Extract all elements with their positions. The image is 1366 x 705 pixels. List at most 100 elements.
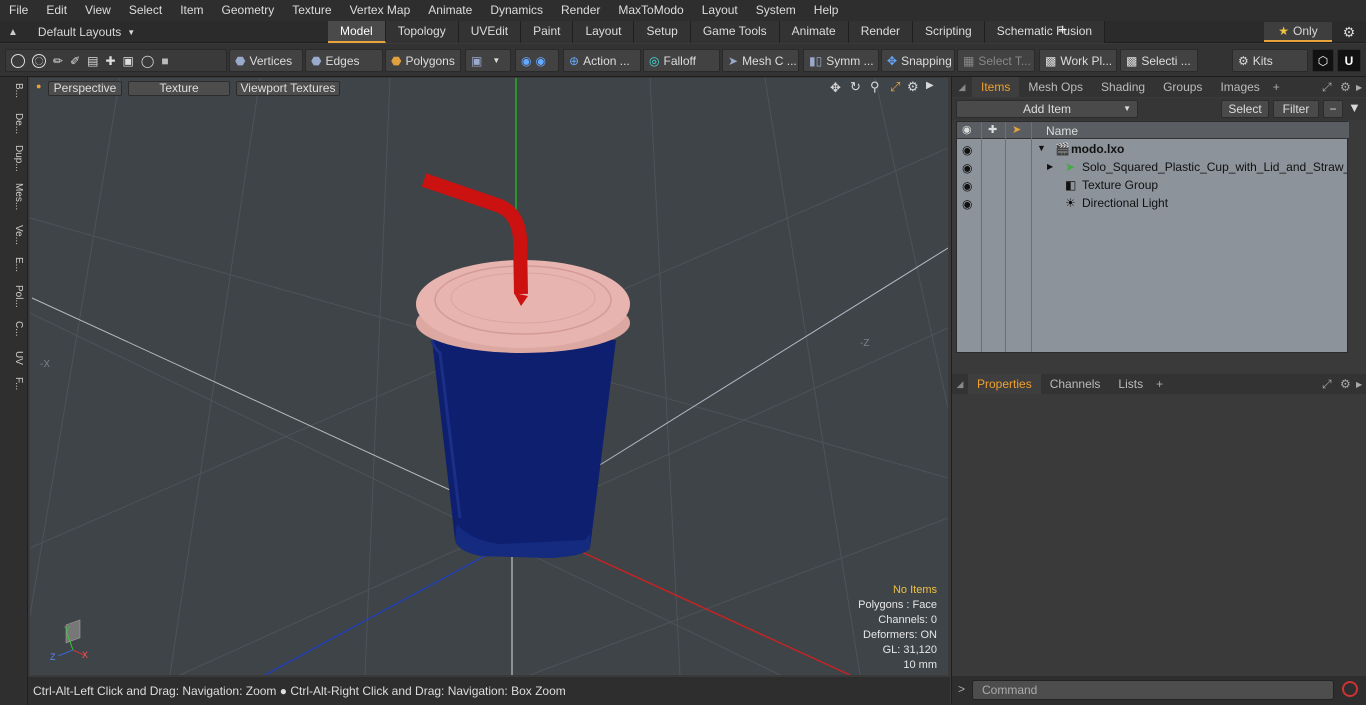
mode-tab[interactable]: Topology xyxy=(385,21,459,43)
layout-selector[interactable]: ▲ Default Layouts ▼ xyxy=(8,21,135,43)
vertices-button[interactable]: ⬣ Vertices xyxy=(229,49,303,72)
orbit-icon[interactable]: ↻ xyxy=(850,79,861,95)
collapse-button[interactable]: − xyxy=(1323,100,1343,118)
items-panel-tab[interactable]: Groups xyxy=(1154,77,1211,97)
props-menu-icon[interactable]: ◢ xyxy=(952,379,968,390)
viewport-expand-icon[interactable]: ▶ xyxy=(926,80,934,91)
left-tool-tab[interactable]: B... xyxy=(4,83,24,98)
left-tool-tab[interactable]: Dup... xyxy=(4,145,24,172)
mode-tab[interactable]: Scripting xyxy=(913,21,985,43)
menu-item[interactable]: Item xyxy=(171,0,212,21)
cup-model[interactable] xyxy=(416,173,630,558)
items-panel-tab[interactable]: Images xyxy=(1211,77,1268,97)
circle-select-icon[interactable] xyxy=(11,53,25,68)
panel-menu-icon[interactable]: ◢ xyxy=(952,82,972,93)
left-tool-tab[interactable]: Mes... xyxy=(4,183,24,210)
menu-item[interactable]: System xyxy=(747,0,805,21)
panel-arrow-icon[interactable]: ▶ xyxy=(1356,83,1362,92)
select-through-button[interactable]: ▦ Select T... xyxy=(957,49,1035,72)
add-tab-icon[interactable]: + xyxy=(1058,22,1067,40)
shield-icon[interactable]: ■ xyxy=(161,54,168,68)
menu-item[interactable]: Dynamics xyxy=(481,0,552,21)
eye-icon[interactable]: ◉ xyxy=(962,161,976,175)
settings-button[interactable]: ⚙ xyxy=(1336,22,1362,42)
record-icon[interactable] xyxy=(1342,681,1358,697)
properties-panel-tab[interactable]: Channels xyxy=(1041,374,1110,394)
mode-tab[interactable]: Layout xyxy=(573,21,635,43)
properties-panel-tab[interactable]: Lists xyxy=(1109,374,1152,394)
filter-button[interactable]: Filter xyxy=(1273,100,1319,118)
polygons-button[interactable]: ⬣ Polygons xyxy=(385,49,461,72)
transform-icon[interactable]: ✚ xyxy=(105,54,115,68)
panel-gear-icon[interactable]: ⚙ xyxy=(1340,80,1351,94)
menu-item[interactable]: Help xyxy=(805,0,848,21)
left-tool-tab[interactable]: De... xyxy=(4,113,24,134)
unity-button[interactable]: ⬡ xyxy=(1312,49,1334,72)
expand-arrow-icon[interactable]: ▶ xyxy=(1047,162,1053,171)
props-arrow-icon[interactable]: ▶ xyxy=(1356,380,1362,389)
mode-tab[interactable]: Schematic Fusion xyxy=(984,21,1106,43)
expand-arrow-icon[interactable]: ▼ xyxy=(1037,143,1046,153)
mesh-constraints-button[interactable]: ➤ Mesh C ... xyxy=(722,49,799,72)
menu-item[interactable]: Render xyxy=(552,0,609,21)
command-input[interactable]: Command xyxy=(972,680,1334,700)
tree-row-light[interactable]: ◉ ☀ Directional Light xyxy=(957,195,1349,213)
texture-button[interactable]: Texture xyxy=(128,81,230,96)
mode-tab[interactable]: Paint xyxy=(521,21,574,43)
falloff-button[interactable]: ◎ Falloff xyxy=(643,49,720,72)
name-column-header[interactable]: Name xyxy=(1046,124,1078,138)
rotate-icon[interactable]: ◯ xyxy=(141,54,154,68)
eye-icon[interactable]: ◉ xyxy=(962,179,976,193)
menu-item[interactable]: Geometry xyxy=(213,0,284,21)
items-panel-tab[interactable]: Mesh Ops xyxy=(1019,77,1092,97)
selection-sets-button[interactable]: ▩ Selecti ... xyxy=(1120,49,1198,72)
element-move-icon[interactable]: ▤ xyxy=(87,54,98,68)
funnel-icon[interactable]: ▼ xyxy=(1348,100,1361,115)
edges-button[interactable]: ⬣ Edges xyxy=(305,49,383,72)
menu-item[interactable]: Edit xyxy=(37,0,76,21)
tree-row-scene[interactable]: ◉ ▼ 🎬 modo.lxo xyxy=(957,141,1349,159)
viewport-scene[interactable]: -X -Z Y Z X xyxy=(30,78,948,675)
props-expand-icon[interactable]: ⤢ xyxy=(1322,377,1332,392)
left-tool-tab[interactable]: E... xyxy=(4,257,24,272)
menu-item[interactable]: File xyxy=(0,0,37,21)
properties-panel-tab[interactable]: Properties xyxy=(968,374,1041,394)
menu-item[interactable]: Select xyxy=(120,0,171,21)
brush-icon[interactable]: ✐ xyxy=(70,54,80,68)
mode-tab[interactable]: UVEdit xyxy=(458,21,522,43)
pen-icon[interactable]: ✏ xyxy=(53,54,63,68)
left-tool-tab[interactable]: UV xyxy=(4,351,24,365)
left-tool-tab[interactable]: F... xyxy=(4,377,24,390)
mode-tab[interactable]: Game Tools xyxy=(690,21,780,43)
panel-expand-icon[interactable]: ⤢ xyxy=(1322,80,1332,95)
viewport-menu-dot-icon[interactable]: ● xyxy=(36,81,41,91)
tree-row-mesh[interactable]: ◉ ▶ ➤ Solo_Squared_Plastic_Cup_with_Lid_… xyxy=(957,159,1349,177)
items-panel-tab[interactable]: Items xyxy=(972,77,1020,97)
item-mode-button[interactable]: ▣ ▼ xyxy=(465,49,511,72)
left-tool-tab[interactable]: Ve... xyxy=(4,225,24,245)
mode-tab[interactable]: Render xyxy=(848,21,914,43)
zoom-icon[interactable]: ⚲ xyxy=(870,79,880,95)
pan-icon[interactable]: ✥ xyxy=(830,80,841,96)
tree-row-texture-group[interactable]: ◉ ◧ Texture Group xyxy=(957,177,1349,195)
kits-button[interactable]: ⚙ Kits xyxy=(1232,49,1308,72)
work-plane-button[interactable]: ▩ Work Pl... xyxy=(1039,49,1117,72)
viewport-textures-button[interactable]: Viewport Textures xyxy=(236,81,340,96)
symmetry-toggles[interactable]: ◉ ◉ xyxy=(515,49,559,72)
items-panel-tab[interactable]: Shading xyxy=(1092,77,1154,97)
only-toggle[interactable]: ★ Only xyxy=(1264,22,1332,42)
props-gear-icon[interactable]: ⚙ xyxy=(1340,377,1351,391)
add-item-button[interactable]: Add Item ▼ xyxy=(956,100,1138,118)
eye-icon[interactable]: ◉ xyxy=(962,197,976,211)
menu-item[interactable]: Animate xyxy=(419,0,481,21)
box-icon[interactable]: ▣ xyxy=(123,54,134,68)
menu-item[interactable]: MaxToModo xyxy=(609,0,692,21)
viewport-gear-icon[interactable]: ⚙ xyxy=(907,79,919,95)
perspective-button[interactable]: Perspective xyxy=(48,81,122,96)
left-tool-tab[interactable]: Pol... xyxy=(4,285,24,308)
action-button[interactable]: ⊕ Action ... xyxy=(563,49,641,72)
add-panel-tab-icon[interactable]: + xyxy=(1269,80,1284,94)
menu-item[interactable]: Vertex Map xyxy=(341,0,420,21)
globe-icon[interactable] xyxy=(32,53,46,68)
symmetry-button[interactable]: ▮▯ Symm ... xyxy=(803,49,879,72)
